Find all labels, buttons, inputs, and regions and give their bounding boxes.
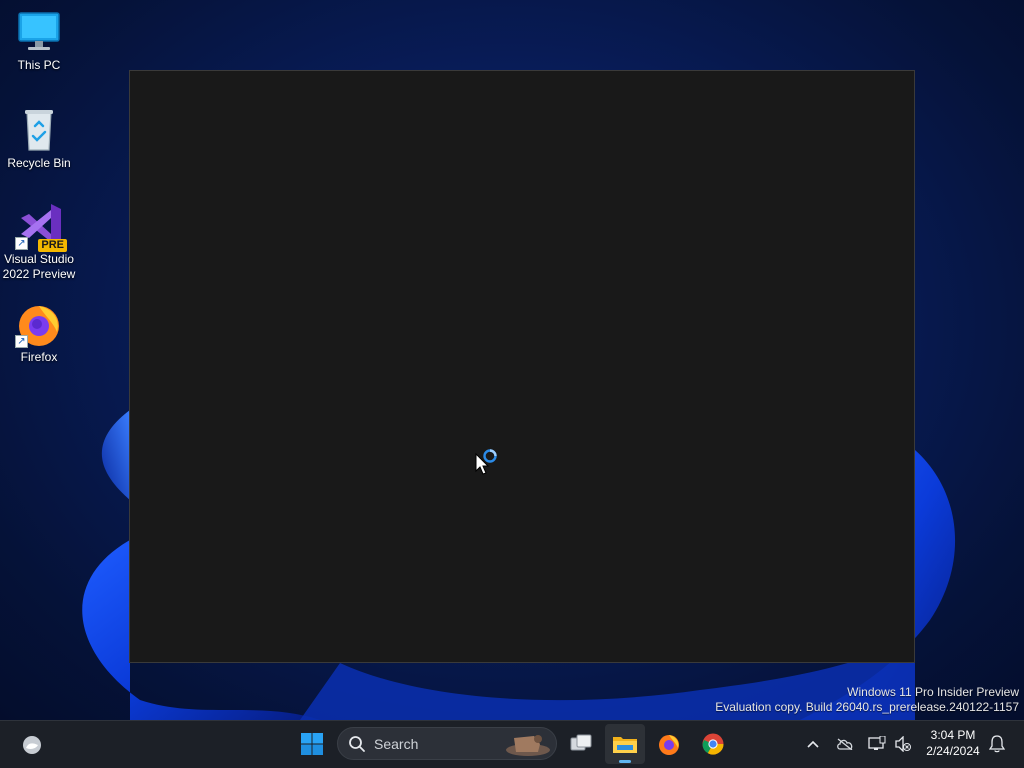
shortcut-arrow-icon: ↗	[15, 237, 28, 250]
desktop-icon-recycle-bin[interactable]: Recycle Bin	[2, 106, 76, 171]
file-explorer-button[interactable]	[605, 724, 645, 764]
taskbar-search-box[interactable]: Search	[337, 727, 557, 760]
notifications-button[interactable]	[986, 724, 1008, 764]
network-icon	[868, 736, 886, 750]
file-explorer-icon	[613, 737, 637, 753]
show-hidden-icons-button[interactable]	[802, 724, 824, 764]
desktop-icon-label-line2: 2022 Preview	[2, 267, 76, 281]
chevron-up-icon	[807, 740, 819, 748]
firefox-taskbar-button[interactable]	[649, 724, 689, 764]
onedrive-tray-button[interactable]	[833, 724, 857, 764]
clock-time: 3:04 PM	[930, 728, 976, 742]
chrome-taskbar-button[interactable]	[693, 724, 733, 764]
firefox-icon	[659, 735, 679, 755]
firefox-icon: ↗	[15, 300, 63, 348]
clock-date: 2/24/2024	[926, 744, 980, 758]
desktop-icon-label: This PC	[17, 58, 61, 72]
start-icon	[301, 733, 323, 755]
volume-tray-button[interactable]	[891, 724, 915, 764]
onedrive-icon	[837, 738, 853, 750]
busy-cursor-icon	[475, 449, 497, 475]
desktop-icon-visual-studio[interactable]: PRE ↗ Visual Studio 2022 Preview	[2, 202, 76, 282]
network-tray-button[interactable]	[865, 724, 889, 764]
desktop-icon-this-pc[interactable]: This PC	[2, 8, 76, 73]
active-app-indicator	[619, 760, 631, 763]
chrome-icon	[702, 733, 724, 755]
task-view-icon	[570, 734, 592, 751]
desktop: This PC Recycle Bin PRE ↗ Visual Studio …	[0, 0, 1024, 720]
desktop-icon-label-line1: Visual Studio	[4, 252, 74, 266]
taskbar-clock[interactable]: 3:04 PM 2/24/2024	[918, 727, 988, 759]
watermark-line2: Evaluation copy. Build 26040.rs_prerelea…	[715, 700, 1019, 714]
desktop-icon-firefox[interactable]: ↗ Firefox	[2, 300, 76, 365]
watermark-line1: Windows 11 Pro Insider Preview	[847, 685, 1019, 699]
task-view-button[interactable]	[561, 724, 601, 764]
visual-studio-icon: PRE ↗	[15, 202, 67, 252]
computer-icon	[15, 8, 63, 56]
desktop-icon-label: Firefox	[20, 350, 58, 364]
start-button[interactable]	[292, 724, 332, 764]
shortcut-arrow-icon: ↗	[15, 335, 28, 348]
os-watermark: Windows 11 Pro Insider Preview Evaluatio…	[715, 685, 1019, 715]
search-highlight-icon	[506, 735, 550, 756]
recycle-bin-icon	[15, 106, 63, 154]
volume-muted-icon	[895, 736, 911, 752]
app-window-loading[interactable]	[129, 70, 915, 663]
search-icon	[349, 735, 365, 752]
notification-bell-icon	[989, 735, 1005, 753]
widgets-icon	[23, 736, 41, 754]
desktop-icon-label: Recycle Bin	[7, 156, 71, 170]
widgets-button[interactable]	[12, 725, 52, 765]
preview-badge: PRE	[38, 239, 67, 252]
search-placeholder: Search	[374, 735, 419, 752]
